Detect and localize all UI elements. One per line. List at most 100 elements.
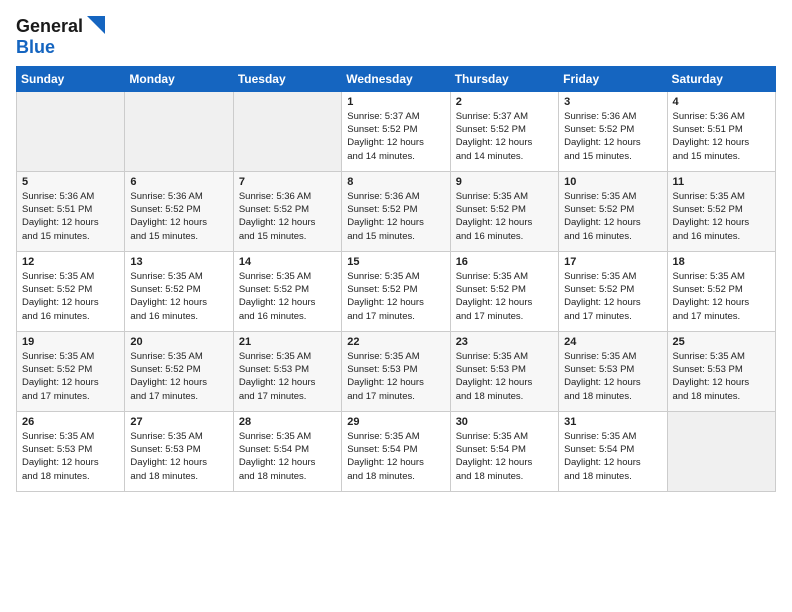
calendar-cell: 5 Sunrise: 5:36 AM Sunset: 5:51 PM Daylig… xyxy=(17,171,125,251)
day-info: Sunrise: 5:35 AM Sunset: 5:53 PM Dayligh… xyxy=(456,350,553,403)
day-number: 13 xyxy=(130,256,227,268)
column-header-saturday: Saturday xyxy=(667,66,775,91)
calendar-cell: 26Sunrise: 5:35 AM Sunset: 5:53 PM Dayli… xyxy=(17,411,125,491)
day-info: Sunrise: 5:36 AM Sunset: 5:52 PM Dayligh… xyxy=(347,190,444,243)
calendar-cell: 1 Sunrise: 5:37 AM Sunset: 5:52 PM Daylig… xyxy=(342,91,450,171)
logo: General Blue xyxy=(16,16,105,58)
day-info: Sunrise: 5:35 AM Sunset: 5:52 PM Dayligh… xyxy=(673,270,770,323)
column-header-sunday: Sunday xyxy=(17,66,125,91)
calendar-week-row: 19Sunrise: 5:35 AM Sunset: 5:52 PM Dayli… xyxy=(17,331,776,411)
calendar-cell: 20 Sunrise: 5:35 AM Sunset: 5:52 PM Dayli… xyxy=(125,331,233,411)
calendar-cell: 28 Sunrise: 5:35 AM Sunset: 5:54 PM Dayli… xyxy=(233,411,341,491)
calendar-cell: 31 Sunrise: 5:35 AM Sunset: 5:54 PM Dayli… xyxy=(559,411,667,491)
day-info: Sunrise: 5:35 AM Sunset: 5:52 PM Dayligh… xyxy=(564,270,661,323)
logo-svg-container: General Blue xyxy=(16,16,105,58)
calendar-cell: 3Sunrise: 5:36 AM Sunset: 5:52 PM Daylig… xyxy=(559,91,667,171)
calendar-table: SundayMondayTuesdayWednesdayThursdayFrid… xyxy=(16,66,776,492)
day-number: 15 xyxy=(347,256,444,268)
calendar-cell: 8 Sunrise: 5:36 AM Sunset: 5:52 PM Daylig… xyxy=(342,171,450,251)
calendar-cell: 25 Sunrise: 5:35 AM Sunset: 5:53 PM Dayli… xyxy=(667,331,775,411)
calendar-cell: 14Sunrise: 5:35 AM Sunset: 5:52 PM Dayli… xyxy=(233,251,341,331)
day-number: 8 xyxy=(347,176,444,188)
calendar-cell: 18 Sunrise: 5:35 AM Sunset: 5:52 PM Dayli… xyxy=(667,251,775,331)
day-number: 16 xyxy=(456,256,553,268)
column-header-thursday: Thursday xyxy=(450,66,558,91)
calendar-week-row: 12Sunrise: 5:35 AM Sunset: 5:52 PM Dayli… xyxy=(17,251,776,331)
calendar-cell: 24 Sunrise: 5:35 AM Sunset: 5:53 PM Dayli… xyxy=(559,331,667,411)
day-number: 5 xyxy=(22,176,119,188)
day-number: 26 xyxy=(22,416,119,428)
calendar-cell: 7 Sunrise: 5:36 AM Sunset: 5:52 PM Daylig… xyxy=(233,171,341,251)
calendar-cell: 29 Sunrise: 5:35 AM Sunset: 5:54 PM Dayli… xyxy=(342,411,450,491)
calendar-cell: 30 Sunrise: 5:35 AM Sunset: 5:54 PM Dayli… xyxy=(450,411,558,491)
day-info: Sunrise: 5:35 AM Sunset: 5:52 PM Dayligh… xyxy=(22,270,119,323)
calendar-cell: 13 Sunrise: 5:35 AM Sunset: 5:52 PM Dayli… xyxy=(125,251,233,331)
calendar-cell xyxy=(125,91,233,171)
day-info: Sunrise: 5:35 AM Sunset: 5:52 PM Dayligh… xyxy=(130,270,227,323)
day-number: 6 xyxy=(130,176,227,188)
calendar-cell xyxy=(17,91,125,171)
calendar-cell xyxy=(233,91,341,171)
day-info: Sunrise: 5:35 AM Sunset: 5:53 PM Dayligh… xyxy=(673,350,770,403)
day-number: 30 xyxy=(456,416,553,428)
day-info: Sunrise: 5:35 AM Sunset: 5:52 PM Dayligh… xyxy=(456,270,553,323)
day-info: Sunrise: 5:35 AM Sunset: 5:53 PM Dayligh… xyxy=(564,350,661,403)
day-number: 24 xyxy=(564,336,661,348)
day-number: 23 xyxy=(456,336,553,348)
calendar-header-row: SundayMondayTuesdayWednesdayThursdayFrid… xyxy=(17,66,776,91)
logo-arrow-icon xyxy=(83,16,105,38)
day-number: 7 xyxy=(239,176,336,188)
day-info: Sunrise: 5:35 AM Sunset: 5:54 PM Dayligh… xyxy=(239,430,336,483)
day-number: 21 xyxy=(239,336,336,348)
day-info: Sunrise: 5:35 AM Sunset: 5:52 PM Dayligh… xyxy=(130,350,227,403)
day-info: Sunrise: 5:35 AM Sunset: 5:52 PM Dayligh… xyxy=(239,270,336,323)
page-header: General Blue xyxy=(16,16,776,58)
day-info: Sunrise: 5:35 AM Sunset: 5:52 PM Dayligh… xyxy=(673,190,770,243)
day-info: Sunrise: 5:35 AM Sunset: 5:54 PM Dayligh… xyxy=(456,430,553,483)
day-info: Sunrise: 5:36 AM Sunset: 5:52 PM Dayligh… xyxy=(130,190,227,243)
day-info: Sunrise: 5:35 AM Sunset: 5:54 PM Dayligh… xyxy=(347,430,444,483)
calendar-week-row: 1 Sunrise: 5:37 AM Sunset: 5:52 PM Daylig… xyxy=(17,91,776,171)
day-info: Sunrise: 5:37 AM Sunset: 5:52 PM Dayligh… xyxy=(347,110,444,163)
calendar-cell: 23 Sunrise: 5:35 AM Sunset: 5:53 PM Dayli… xyxy=(450,331,558,411)
day-info: Sunrise: 5:35 AM Sunset: 5:54 PM Dayligh… xyxy=(564,430,661,483)
day-info: Sunrise: 5:35 AM Sunset: 5:52 PM Dayligh… xyxy=(22,350,119,403)
column-header-monday: Monday xyxy=(125,66,233,91)
column-header-wednesday: Wednesday xyxy=(342,66,450,91)
calendar-cell: 10 Sunrise: 5:35 AM Sunset: 5:52 PM Dayli… xyxy=(559,171,667,251)
day-number: 18 xyxy=(673,256,770,268)
column-header-friday: Friday xyxy=(559,66,667,91)
day-number: 27 xyxy=(130,416,227,428)
day-number: 20 xyxy=(130,336,227,348)
day-info: Sunrise: 5:35 AM Sunset: 5:53 PM Dayligh… xyxy=(130,430,227,483)
day-info: Sunrise: 5:35 AM Sunset: 5:53 PM Dayligh… xyxy=(239,350,336,403)
calendar-cell: 9 Sunrise: 5:35 AM Sunset: 5:52 PM Daylig… xyxy=(450,171,558,251)
calendar-cell: 11Sunrise: 5:35 AM Sunset: 5:52 PM Dayli… xyxy=(667,171,775,251)
day-number: 4 xyxy=(673,96,770,108)
day-number: 25 xyxy=(673,336,770,348)
column-header-tuesday: Tuesday xyxy=(233,66,341,91)
day-number: 29 xyxy=(347,416,444,428)
calendar-cell: 15 Sunrise: 5:35 AM Sunset: 5:52 PM Dayli… xyxy=(342,251,450,331)
day-info: Sunrise: 5:35 AM Sunset: 5:52 PM Dayligh… xyxy=(564,190,661,243)
calendar-cell: 12Sunrise: 5:35 AM Sunset: 5:52 PM Dayli… xyxy=(17,251,125,331)
day-info: Sunrise: 5:35 AM Sunset: 5:52 PM Dayligh… xyxy=(456,190,553,243)
day-info: Sunrise: 5:35 AM Sunset: 5:52 PM Dayligh… xyxy=(347,270,444,323)
day-number: 3 xyxy=(564,96,661,108)
day-number: 28 xyxy=(239,416,336,428)
day-info: Sunrise: 5:35 AM Sunset: 5:53 PM Dayligh… xyxy=(347,350,444,403)
day-number: 22 xyxy=(347,336,444,348)
day-number: 9 xyxy=(456,176,553,188)
calendar-cell: 27 Sunrise: 5:35 AM Sunset: 5:53 PM Dayli… xyxy=(125,411,233,491)
calendar-cell: 2 Sunrise: 5:37 AM Sunset: 5:52 PM Daylig… xyxy=(450,91,558,171)
day-info: Sunrise: 5:37 AM Sunset: 5:52 PM Dayligh… xyxy=(456,110,553,163)
day-number: 31 xyxy=(564,416,661,428)
day-info: Sunrise: 5:36 AM Sunset: 5:51 PM Dayligh… xyxy=(22,190,119,243)
calendar-cell: 16 Sunrise: 5:35 AM Sunset: 5:52 PM Dayli… xyxy=(450,251,558,331)
day-number: 1 xyxy=(347,96,444,108)
calendar-cell: 4Sunrise: 5:36 AM Sunset: 5:51 PM Daylig… xyxy=(667,91,775,171)
calendar-cell: 22 Sunrise: 5:35 AM Sunset: 5:53 PM Dayli… xyxy=(342,331,450,411)
day-number: 2 xyxy=(456,96,553,108)
day-number: 10 xyxy=(564,176,661,188)
day-info: Sunrise: 5:36 AM Sunset: 5:52 PM Dayligh… xyxy=(239,190,336,243)
